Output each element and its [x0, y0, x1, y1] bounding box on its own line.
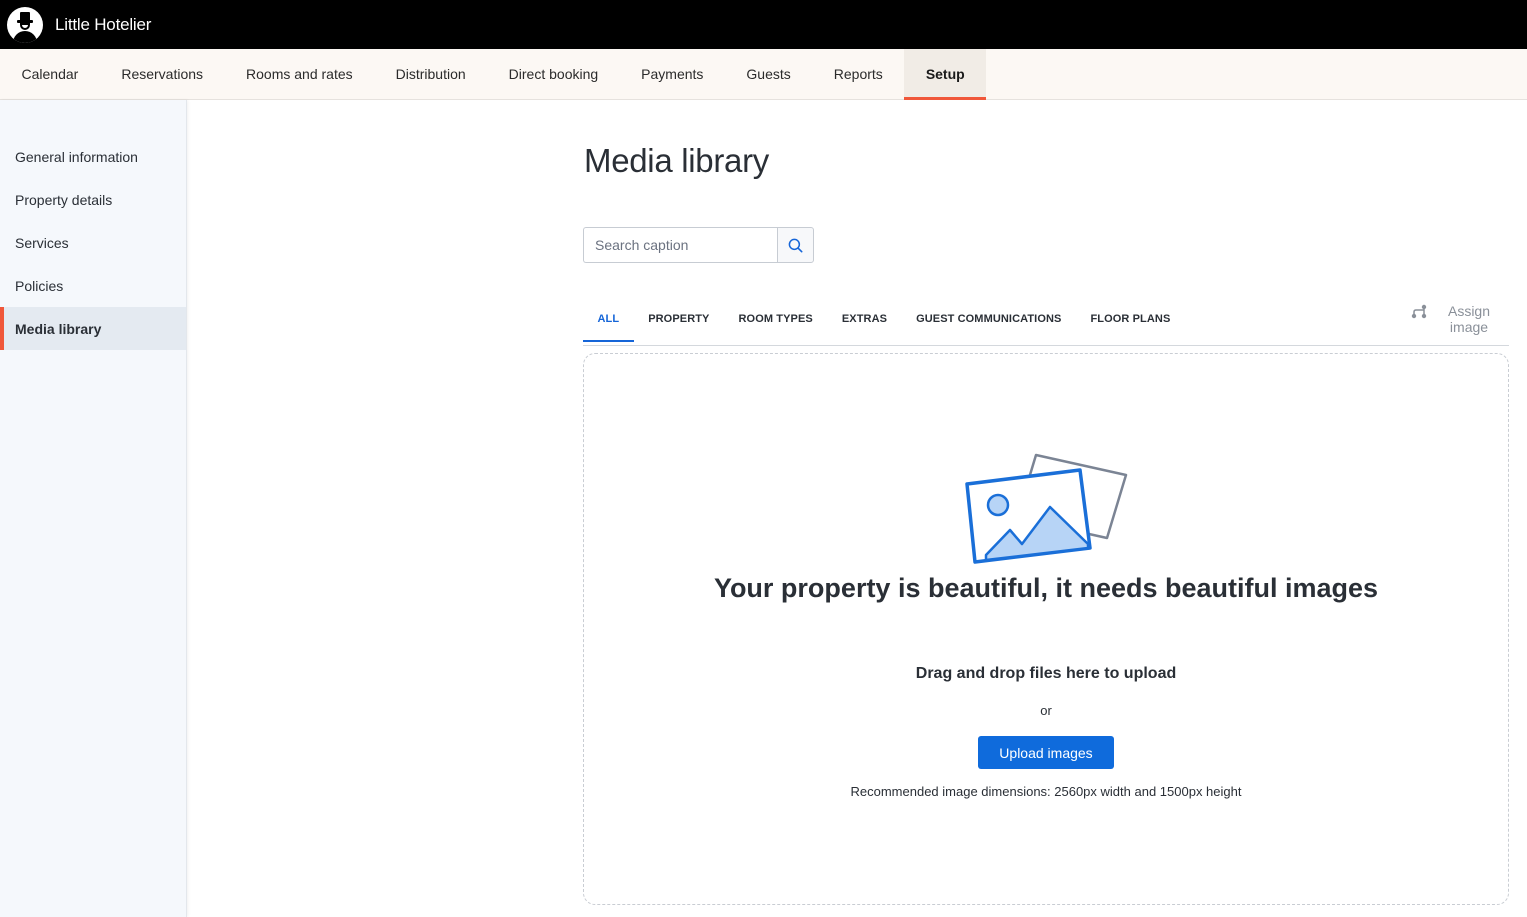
assign-image-label: Assign image — [1447, 303, 1491, 335]
sidebar-item-media-library[interactable]: Media library — [0, 307, 186, 350]
search-caption-input[interactable] — [583, 227, 778, 263]
top-bar: Little Hotelier — [0, 0, 1527, 49]
nav-tab-calendar[interactable]: Calendar — [0, 49, 100, 99]
tab-all[interactable]: ALL — [583, 297, 634, 342]
media-category-tabs: ALL PROPERTY ROOM TYPES EXTRAS GUEST COM… — [583, 297, 1509, 346]
photos-illustration — [965, 453, 1128, 564]
nav-tab-reports[interactable]: Reports — [812, 49, 904, 99]
nav-tab-reservations[interactable]: Reservations — [100, 49, 225, 99]
main-nav: Calendar Reservations Rooms and rates Di… — [0, 49, 1527, 100]
nav-tab-distribution[interactable]: Distribution — [374, 49, 487, 99]
sidebar-list: General information Property details Ser… — [0, 135, 186, 350]
sidebar-item-general-information[interactable]: General information — [0, 135, 186, 178]
sidebar-item-policies[interactable]: Policies — [0, 264, 186, 307]
tab-room-types[interactable]: ROOM TYPES — [724, 297, 827, 341]
dropzone-drag-text: Drag and drop files here to upload — [915, 665, 1177, 682]
tab-floor-plans[interactable]: FLOOR PLANS — [1076, 297, 1185, 341]
page-title: Media library — [584, 142, 769, 179]
image-dimensions-hint: Recommended image dimensions: 2560px wid… — [850, 784, 1242, 799]
search-box — [583, 227, 814, 263]
dropzone-headline: Your property is beautiful, it needs bea… — [713, 573, 1379, 603]
nav-tab-guests[interactable]: Guests — [725, 49, 812, 99]
nav-tab-rooms-and-rates[interactable]: Rooms and rates — [225, 49, 375, 99]
nav-tab-setup[interactable]: Setup — [904, 49, 987, 100]
sidebar: General information Property details Ser… — [0, 100, 187, 917]
upload-dropzone[interactable]: Your property is beautiful, it needs bea… — [583, 353, 1509, 905]
assign-image-button[interactable]: Assign image — [1411, 303, 1492, 335]
assign-image-icon — [1411, 304, 1427, 319]
sidebar-item-property-details[interactable]: Property details — [0, 178, 186, 221]
upload-images-button[interactable]: Upload images — [978, 736, 1114, 769]
brand-logo-icon[interactable] — [7, 6, 43, 43]
brand-name[interactable]: Little Hotelier — [55, 15, 151, 35]
sidebar-item-services[interactable]: Services — [0, 221, 186, 264]
search-button[interactable] — [777, 227, 814, 263]
tab-guest-communications[interactable]: GUEST COMMUNICATIONS — [902, 297, 1076, 341]
dropzone-or-text: or — [1040, 703, 1052, 718]
nav-tab-direct-booking[interactable]: Direct booking — [487, 49, 620, 99]
tab-property[interactable]: PROPERTY — [634, 297, 724, 341]
nav-tab-payments[interactable]: Payments — [620, 49, 725, 99]
search-icon — [788, 238, 803, 252]
tab-extras[interactable]: EXTRAS — [827, 297, 901, 341]
